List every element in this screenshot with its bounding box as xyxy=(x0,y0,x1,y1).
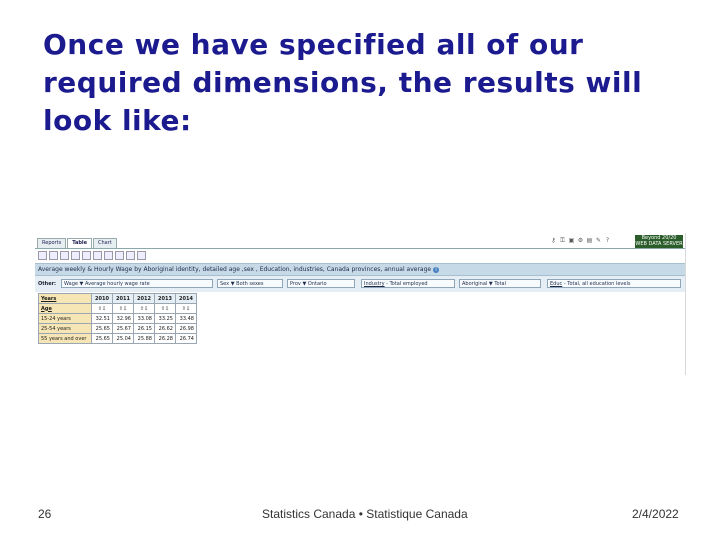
sort-arrows-icon[interactable]: ⇧⇩ xyxy=(91,303,113,314)
year-2011[interactable]: 2011 xyxy=(112,293,134,304)
table-cell: 33.25 xyxy=(154,313,176,324)
sort-arrows-icon[interactable]: ⇧⇩ xyxy=(112,303,134,314)
table-cell: 25.04 xyxy=(112,333,134,344)
calc-icon[interactable] xyxy=(126,251,135,260)
sort-row: Age ⇧⇩ ⇧⇩ ⇧⇩ ⇧⇩ ⇧⇩ xyxy=(38,303,197,314)
year-2012[interactable]: 2012 xyxy=(133,293,155,304)
folder-icon[interactable]: ▣ xyxy=(568,237,575,244)
sort-arrows-icon[interactable]: ⇧⇩ xyxy=(175,303,197,314)
year-2010[interactable]: 2010 xyxy=(91,293,113,304)
year-2014[interactable]: 2014 xyxy=(175,293,197,304)
table-header-row: Years 2010 2011 2012 2013 2014 xyxy=(38,293,197,304)
table-cell: 25.65 xyxy=(91,323,113,334)
table-title-bar: Average weekly & Hourly Wage by Aborigin… xyxy=(35,263,685,276)
tab-divider xyxy=(35,248,685,249)
tab-reports[interactable]: Reports xyxy=(37,238,67,248)
dimension-educ[interactable]: Educ - Total, all education levels xyxy=(547,279,681,288)
tab-bar: Reports Table Chart xyxy=(37,238,118,248)
chart-icon[interactable] xyxy=(82,251,91,260)
dimension-wage[interactable]: Wage ▼ Average hourly wage rate xyxy=(61,279,213,288)
slide-title: Once we have specified all of our requir… xyxy=(43,28,643,137)
layout-icon[interactable] xyxy=(60,251,69,260)
dimension-bar: Other: Wage ▼ Average hourly wage rate S… xyxy=(35,276,685,292)
sort-arrows-icon[interactable]: ⇧⇩ xyxy=(133,303,155,314)
table-toolbar xyxy=(38,251,146,260)
sort-icon[interactable] xyxy=(93,251,102,260)
dimension-prov[interactable]: Prov ▼ Ontario xyxy=(287,279,355,288)
data-table: Years 2010 2011 2012 2013 2014 Age ⇧⇩ ⇧⇩… xyxy=(38,293,197,344)
beyond2020-logo: Beyond 20/20 WEB DATA SERVER xyxy=(635,235,683,248)
grid-icon[interactable] xyxy=(137,251,146,260)
key-icon[interactable]: ⚷ xyxy=(550,237,557,244)
dimension-sex[interactable]: Sex ▼ Both sexes xyxy=(217,279,283,288)
table-cell: 26.62 xyxy=(154,323,176,334)
table-title: Average weekly & Hourly Wage by Aborigin… xyxy=(38,266,432,273)
page-number: 26 xyxy=(38,507,52,521)
year-2013[interactable]: 2013 xyxy=(154,293,176,304)
embedded-screenshot: Reports Table Chart ⚷ ⚿ ▣ ⚙ ▤ ✎ ? Beyond… xyxy=(35,233,686,375)
help-icon[interactable]: ? xyxy=(604,237,611,244)
table-icon[interactable] xyxy=(71,251,80,260)
footer-center: Statistics Canada • Statistique Canada xyxy=(262,507,468,521)
other-label: Other: xyxy=(38,281,57,287)
table-cell: 26.98 xyxy=(175,323,197,334)
table-row: 15-24 years 32.51 32.96 33.08 33.25 33.4… xyxy=(38,313,197,324)
age-header[interactable]: Age xyxy=(38,303,92,314)
table-cell: 26.28 xyxy=(154,333,176,344)
table-cell: 33.08 xyxy=(133,313,155,324)
row-header: 25-54 years xyxy=(38,323,92,334)
tab-chart[interactable]: Chart xyxy=(93,238,117,248)
tab-table[interactable]: Table xyxy=(67,238,93,248)
table-row: 25-54 years 25.65 25.67 26.15 26.62 26.9… xyxy=(38,323,197,334)
table-cell: 25.65 xyxy=(91,333,113,344)
dimension-aboriginal[interactable]: Aboriginal ▼ Total xyxy=(459,279,541,288)
gear-icon[interactable]: ⚙ xyxy=(577,237,584,244)
filter-icon[interactable] xyxy=(115,251,124,260)
sort-arrows-icon[interactable]: ⇧⇩ xyxy=(154,303,176,314)
dimension-industry[interactable]: Industry - Total employed xyxy=(361,279,455,288)
info-icon[interactable]: i xyxy=(433,267,440,273)
tools-icon[interactable]: ✎ xyxy=(595,237,602,244)
view-icon[interactable] xyxy=(38,251,47,260)
table-cell: 25.67 xyxy=(112,323,134,334)
print-icon[interactable]: ▤ xyxy=(586,237,593,244)
table-cell: 32.51 xyxy=(91,313,113,324)
slide-date: 2/4/2022 xyxy=(632,507,679,521)
table-row: 55 years and over 25.65 25.04 25.88 26.2… xyxy=(38,333,197,344)
years-header[interactable]: Years xyxy=(38,293,92,304)
search-icon[interactable] xyxy=(49,251,58,260)
row-header: 15-24 years xyxy=(38,313,92,324)
top-toolbar: ⚷ ⚿ ▣ ⚙ ▤ ✎ ? xyxy=(550,237,611,244)
row-header: 55 years and over xyxy=(38,333,92,344)
export-icon[interactable] xyxy=(104,251,113,260)
table-cell: 32.96 xyxy=(112,313,134,324)
table-cell: 26.15 xyxy=(133,323,155,334)
table-cell: 26.74 xyxy=(175,333,197,344)
table-cell: 33.48 xyxy=(175,313,197,324)
table-cell: 25.88 xyxy=(133,333,155,344)
lock-icon[interactable]: ⚿ xyxy=(559,237,566,244)
